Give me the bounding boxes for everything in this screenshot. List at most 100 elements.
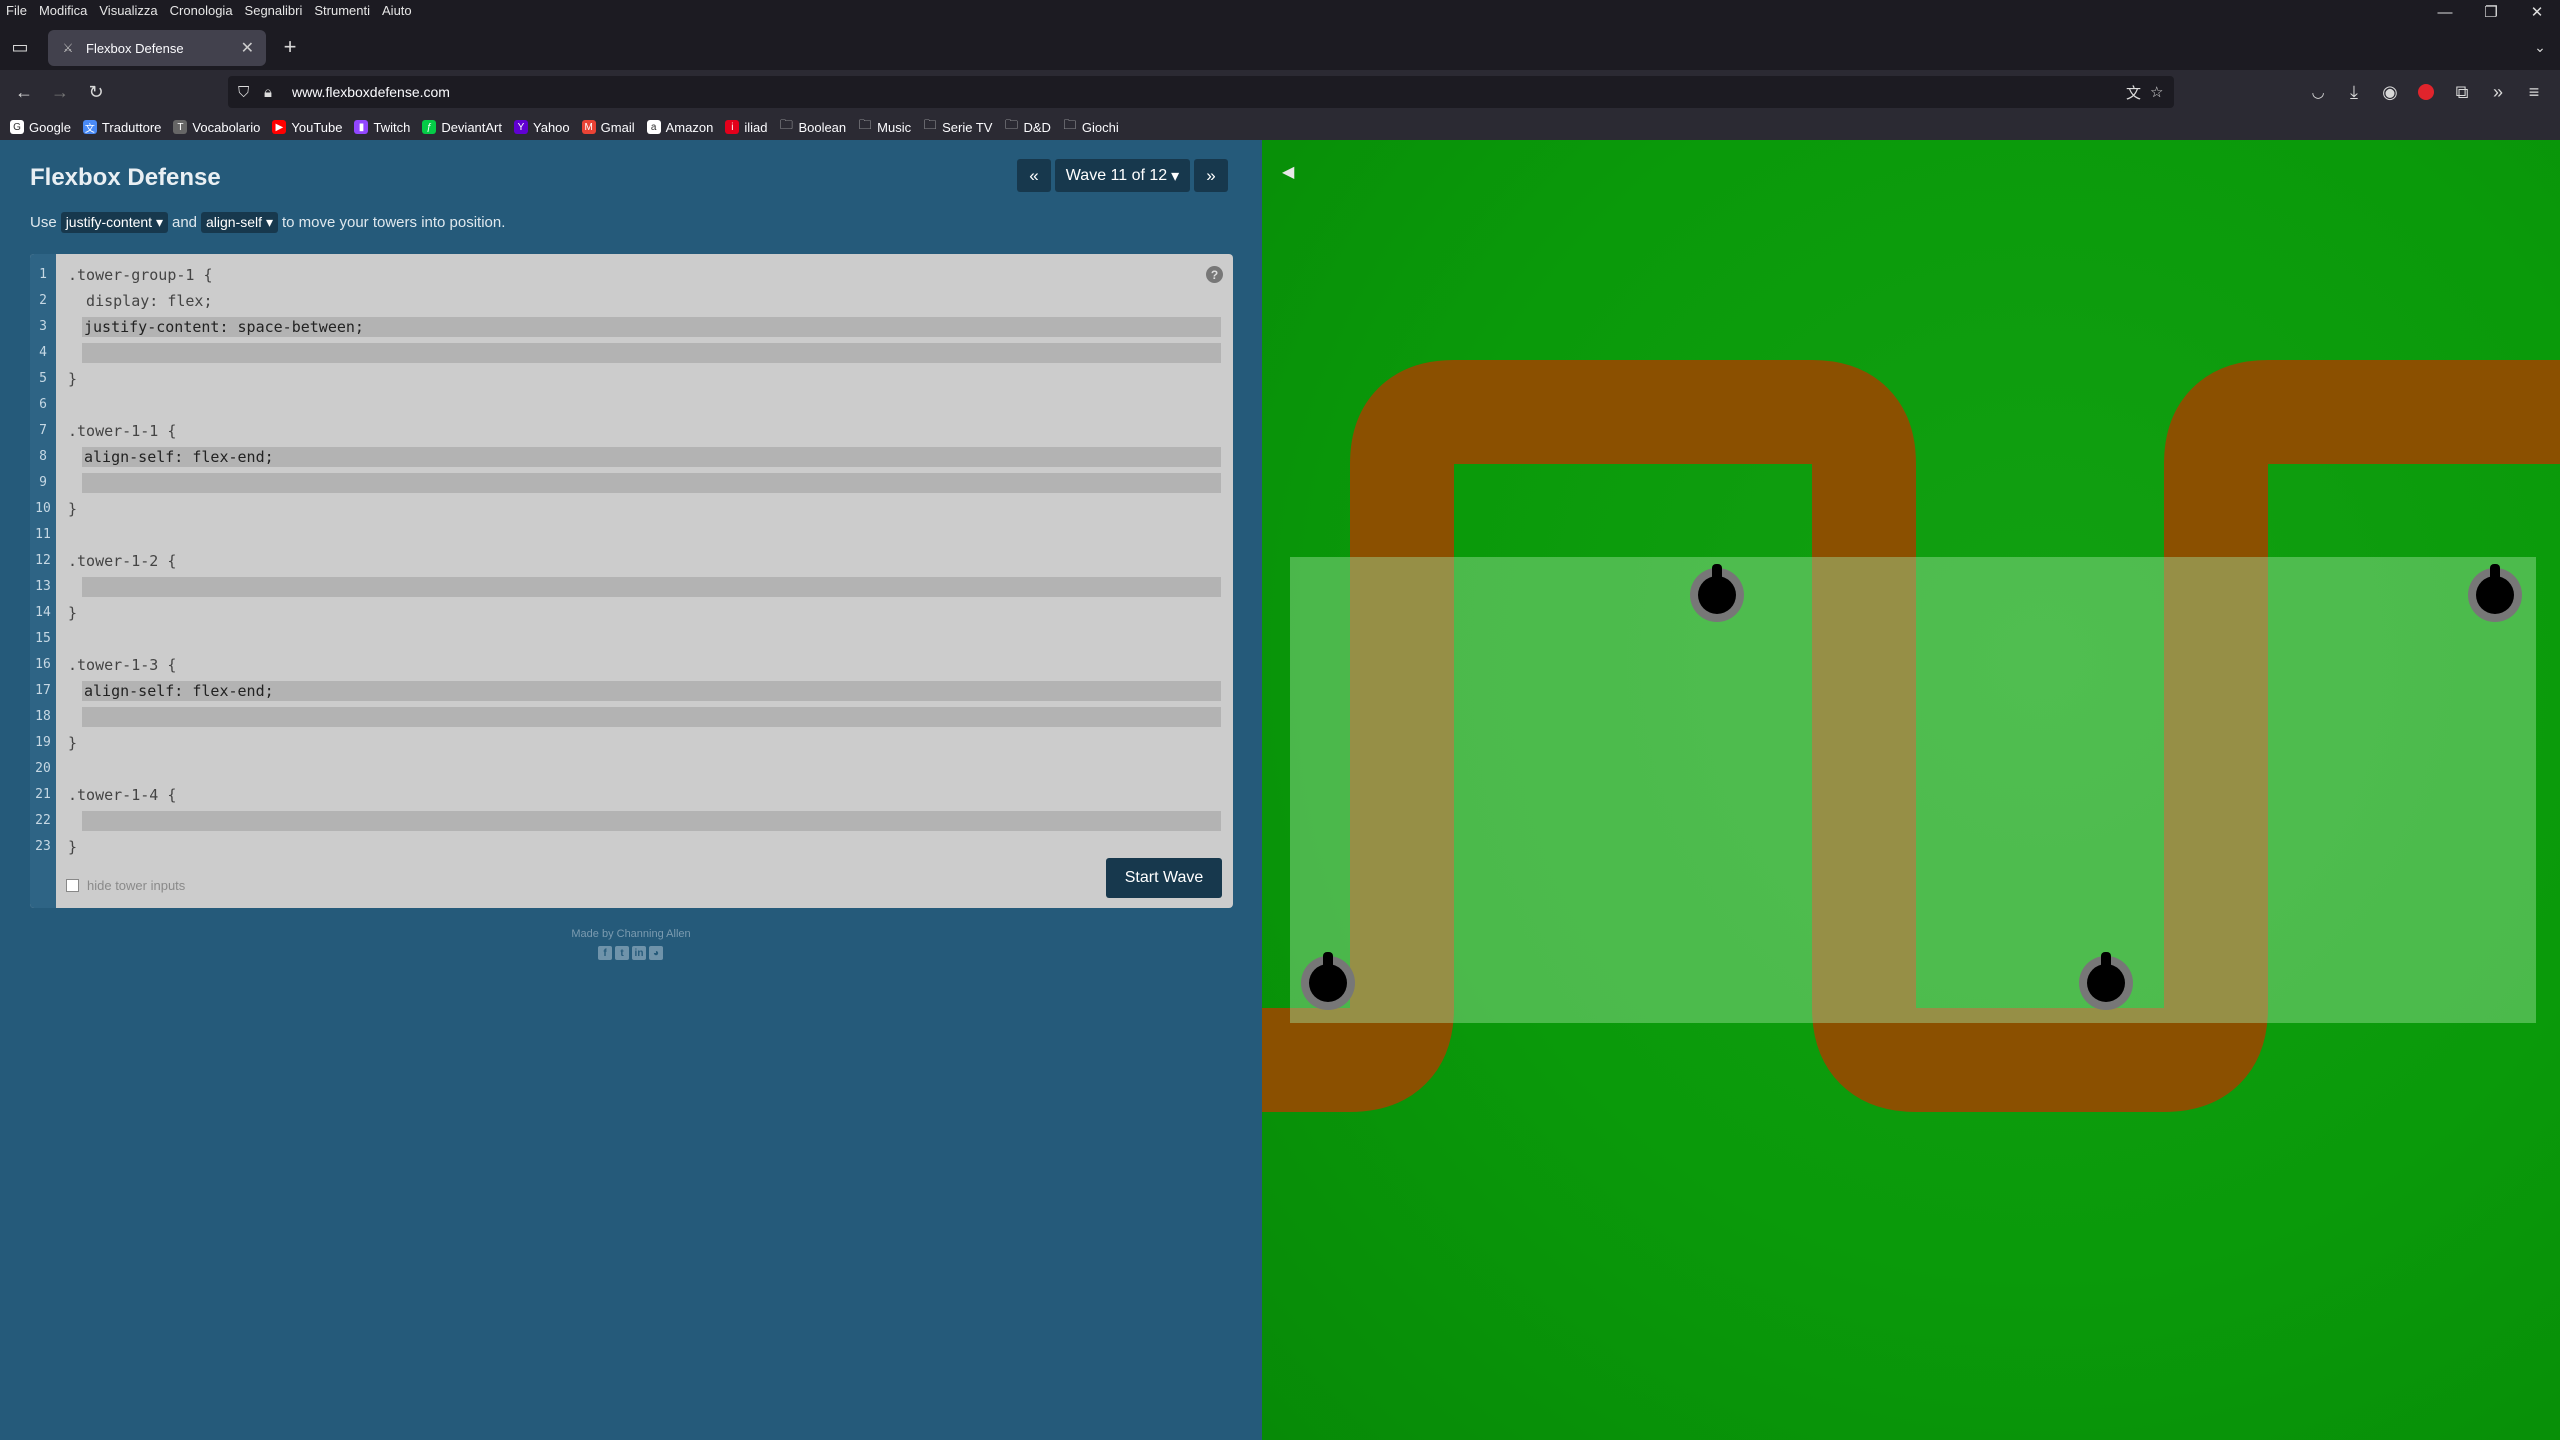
tower-1-2-input[interactable] [82,577,1221,597]
tab-overflow-chevron-icon[interactable]: ⌄ [2526,33,2554,61]
twitter-icon[interactable]: t [615,946,629,960]
tower-group-input-1[interactable]: justify-content: space-between; [82,317,1221,337]
github-icon[interactable]: ◕ [649,946,663,960]
bookmark-d-d[interactable]: 🗀︎ D&D [1004,117,1051,135]
bookmark-traduttore[interactable]: 文 Traduttore [82,120,161,135]
address-bar[interactable]: ⛉ 🔒︎ www.flexboxdefense.com 文 ☆ [228,76,2174,108]
help-icon[interactable]: ? [1206,266,1223,283]
minimize-icon[interactable]: — [2422,0,2468,24]
menu-bar: File Modifica Visualizza Cronologia Segn… [0,0,2560,20]
adblock-extension-icon[interactable] [2412,78,2440,106]
bookmark-amazon[interactable]: a Amazon [646,119,714,135]
line-number: 16 [35,657,51,672]
tower-group-1-zone [1290,557,2536,1023]
tower-1-1-input-1[interactable]: align-self: flex-end; [82,447,1221,467]
translate-icon: 文 [82,120,97,135]
code-line-19: } [68,734,78,752]
bookmark-vocabolario[interactable]: T Vocabolario [173,120,260,135]
tower-group-input-2[interactable] [82,343,1221,363]
menu-aiuto[interactable]: Aiuto [376,3,418,18]
menu-file[interactable]: File [0,3,33,18]
wave-navigation: « Wave 11 of 12 ▾ » [1017,159,1228,192]
deviantart-icon: ƒ [422,120,437,134]
tower-1-3-input-2[interactable] [82,707,1221,727]
tab-close-icon[interactable]: ✕ [241,38,254,58]
reload-icon[interactable]: ↻ [82,78,110,106]
menu-modifica[interactable]: Modifica [33,3,93,18]
tab-list-icon[interactable]: ▭ [6,33,34,61]
justify-content-label: justify-content [65,214,153,230]
code-line-16: .tower-1-3 { [68,656,177,674]
bookmark-iliad[interactable]: i iliad [725,120,767,135]
chevron-down-icon: ▾ [265,214,273,230]
window-close-icon[interactable]: ✕ [2514,0,2560,24]
start-wave-button[interactable]: Start Wave [1106,858,1222,898]
hamburger-menu-icon[interactable]: ≡ [2520,78,2548,106]
instructions-use: Use [30,214,57,231]
bookmark-label: Boolean [798,119,847,135]
bookmark-deviantart[interactable]: ƒ DeviantArt [422,120,502,135]
justify-content-dropdown[interactable]: justify-content ▾ [60,212,168,233]
restore-icon[interactable]: ❐ [2468,0,2514,24]
hide-inputs-checkbox[interactable] [66,879,79,892]
bookmark-label: Google [29,119,71,135]
bookmark-label: Amazon [665,119,714,135]
bookmark-youtube[interactable]: ▶ YouTube [272,120,342,135]
pocket-icon[interactable]: ◡ [2304,78,2332,106]
extensions-icon[interactable]: ⧉ [2448,78,2476,106]
facebook-icon[interactable]: f [598,946,612,960]
bookmark-yahoo[interactable]: Y Yahoo [514,120,570,135]
bookmark-label: Serie TV [942,119,993,135]
lock-icon[interactable]: 🔒︎ [264,84,272,101]
bookmark-gmail[interactable]: M Gmail [581,119,635,135]
more-tools-icon[interactable]: » [2484,78,2512,106]
instructions: Use justify-content ▾ and align-self ▾ t… [30,212,505,233]
tower-1-1-input-2[interactable] [82,473,1221,493]
instructions-and: and [171,214,198,231]
menu-visualizza[interactable]: Visualizza [93,3,163,18]
tower-1-4-input[interactable] [82,811,1221,831]
line-number: 2 [39,293,47,308]
new-tab-icon[interactable]: + [276,33,304,61]
menu-segnalibri[interactable]: Segnalibri [239,3,309,18]
bookmark-google[interactable]: G Google [10,120,71,135]
tower-1-3-input-1[interactable]: align-self: flex-end; [82,681,1221,701]
align-self-label: align-self [206,214,263,230]
back-icon[interactable]: ← [10,78,38,106]
twitch-icon: ▮ [354,120,369,134]
menu-strumenti[interactable]: Strumenti [308,3,376,18]
hide-inputs-label: hide tower inputs [87,878,186,893]
wave-select[interactable]: Wave 11 of 12 ▾ [1055,159,1190,192]
bookmark-label: D&D [1023,119,1051,135]
shield-icon[interactable]: ⛉ [238,84,249,101]
line-number: 12 [35,553,51,568]
bookmarks-bar: G Google 文 Traduttore T Vocabolario ▶ YouTube ▮ T… [0,114,2560,140]
bookmark-star-icon[interactable]: ☆ [2150,83,2163,101]
translate-page-icon[interactable]: 文 [2126,82,2141,103]
code-line-1: .tower-group-1 { [68,266,213,284]
menu-cronologia[interactable]: Cronologia [164,3,239,18]
previous-wave-button[interactable]: « [1017,159,1051,192]
line-number: 4 [39,345,47,360]
chevron-down-icon: ▾ [155,214,163,230]
bookmark-label: Gmail [600,119,635,135]
line-number: 8 [39,449,47,464]
line-number: 5 [39,371,47,386]
speaker-icon[interactable]: ◀ [1282,162,1294,182]
align-self-dropdown[interactable]: align-self ▾ [201,212,278,233]
bookmark-giochi[interactable]: 🗀︎ Giochi [1063,117,1118,135]
downloads-icon[interactable]: ⤓ [2340,78,2368,106]
linkedin-icon[interactable]: in [632,946,646,960]
code-line-5: } [68,370,78,388]
account-icon[interactable]: ◉ [2376,78,2404,106]
next-wave-button[interactable]: » [1194,159,1228,192]
bookmark-music[interactable]: 🗀︎ Music [858,117,911,135]
hide-tower-inputs-toggle[interactable]: hide tower inputs [66,878,185,893]
code-line-12: .tower-1-2 { [68,552,177,570]
social-links: f t in ◕ [598,946,663,960]
tab-flexbox-defense[interactable]: ⚔ Flexbox Defense ✕ [48,30,266,66]
forward-icon[interactable]: → [46,78,74,106]
bookmark-serie-tv[interactable]: 🗀︎ Serie TV [923,117,993,135]
bookmark-boolean[interactable]: 🗀︎ Boolean [779,117,847,135]
bookmark-twitch[interactable]: ▮ Twitch [354,120,410,135]
